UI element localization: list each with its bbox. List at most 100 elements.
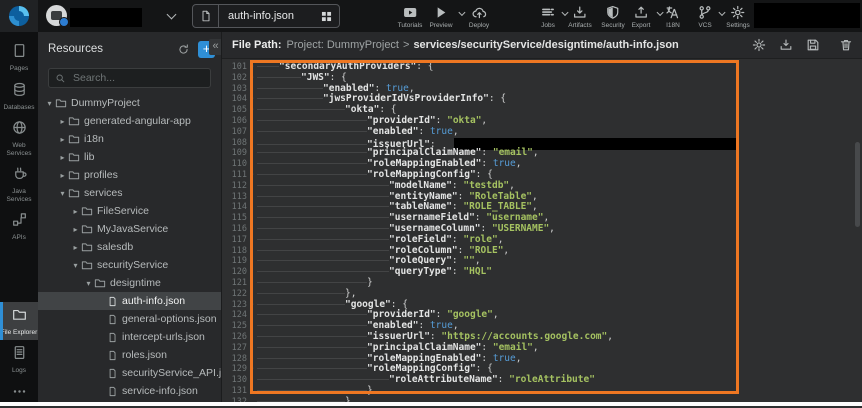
- tree-caret-icon[interactable]: ▸: [57, 171, 68, 180]
- code-line: 111▾"roleMappingConfig": {: [222, 170, 862, 181]
- tree-item-auth-info-json[interactable]: auth-info.json: [38, 292, 221, 310]
- tree-caret-icon[interactable]: ▸: [57, 135, 68, 144]
- editor-area: File Path: Project: DummyProject > servi…: [222, 32, 862, 406]
- save-file-icon[interactable]: [805, 37, 821, 53]
- tree-item-roles-json[interactable]: roles.json: [38, 346, 221, 364]
- tree-item-lib[interactable]: ▸lib: [38, 148, 221, 166]
- code-line: 108"issuerUrl":: [222, 138, 862, 149]
- folder-icon: [68, 151, 80, 163]
- fold-toggle-icon: [247, 246, 257, 257]
- sidebar-item-web-services[interactable]: Web Services: [0, 115, 38, 161]
- code-line: 109"principalClaimName": "email",: [222, 148, 862, 159]
- fold-toggle-icon[interactable]: ▾: [247, 73, 257, 84]
- sidebar-item-databases[interactable]: Databases: [0, 77, 38, 116]
- page-icon: [12, 43, 27, 58]
- line-number: 113: [222, 192, 247, 203]
- tree-caret-icon[interactable]: ▸: [57, 153, 68, 162]
- tree-caret-icon[interactable]: ▸: [70, 225, 81, 234]
- code-editor[interactable]: 101▾"secondaryAuthProviders": {102▾"JWS"…: [222, 59, 862, 406]
- sidebar-item-file-explorer[interactable]: File Explorer: [0, 302, 38, 341]
- sidebar-item-java-services[interactable]: Java Services: [0, 161, 38, 207]
- sidebar-item-label: APIs: [0, 234, 38, 242]
- line-number: 128: [222, 354, 247, 365]
- app-logo[interactable]: [0, 0, 38, 32]
- tree-item-salesdb[interactable]: ▸ salesdb: [38, 238, 221, 256]
- download-file-icon[interactable]: [778, 37, 794, 53]
- tree-caret-icon[interactable]: ▸: [57, 117, 68, 126]
- code-line: 131}: [222, 386, 862, 397]
- fold-toggle-icon: [247, 278, 257, 289]
- project-chevron-down-icon[interactable]: [167, 10, 177, 20]
- delete-file-icon[interactable]: [838, 37, 854, 53]
- tree-caret-icon[interactable]: ▾: [57, 189, 68, 198]
- fold-toggle-icon: [247, 224, 257, 235]
- tree-item-securityservice[interactable]: ▾securityService: [38, 256, 221, 274]
- tree-item-profiles[interactable]: ▸profiles: [38, 166, 221, 184]
- toolbar-artifacts-button[interactable]: Artifacts: [568, 4, 591, 29]
- tree-item-generated-angular-app[interactable]: ▸generated-angular-app: [38, 112, 221, 130]
- tree-item-i18n[interactable]: ▸i18n: [38, 130, 221, 148]
- line-number: 120: [222, 267, 247, 278]
- tree-item-service-info-json[interactable]: service-info.json: [38, 382, 221, 400]
- line-number: 116: [222, 224, 247, 235]
- toolbar-settings-button[interactable]: Settings: [726, 4, 750, 29]
- tree-item-general-options-json[interactable]: general-options.json: [38, 310, 221, 328]
- toolbar-security-button[interactable]: Security: [601, 4, 624, 29]
- line-number: 115: [222, 213, 247, 224]
- fold-toggle-icon[interactable]: ▾: [247, 105, 257, 116]
- tree-item-label: salesdb: [97, 241, 133, 253]
- collapse-panel-button[interactable]: «: [209, 39, 222, 55]
- line-number: 129: [222, 364, 247, 375]
- grid-view-button[interactable]: [313, 10, 339, 23]
- line-number: 108: [222, 138, 247, 149]
- tree-caret-icon[interactable]: ▸: [70, 207, 81, 216]
- sidebar-item-apis[interactable]: APIs: [0, 207, 38, 246]
- file-path-value: services/securityService/designtime/auth…: [413, 39, 678, 51]
- tree-item-myjavaservice[interactable]: ▸MyJavaService: [38, 220, 221, 238]
- tree-caret-icon[interactable]: ▾: [83, 279, 94, 288]
- sidebar-item-label: Web Services: [0, 142, 38, 157]
- resources-title: Resources: [48, 43, 174, 55]
- tree-item-services[interactable]: ▾services: [38, 184, 221, 202]
- toolbar-tutorials-button[interactable]: Tutorials: [398, 4, 423, 29]
- line-number: 118: [222, 246, 247, 257]
- refresh-icon[interactable]: [174, 40, 192, 58]
- fold-toggle-icon[interactable]: ▾: [247, 364, 257, 375]
- sidebar-item-logs[interactable]: Logs: [0, 340, 38, 379]
- tree-item-intercept-urls-json[interactable]: intercept-urls.json: [38, 328, 221, 346]
- toolbar-i18n-button[interactable]: I18N: [666, 4, 681, 29]
- fold-toggle-icon[interactable]: ▾: [247, 62, 257, 73]
- toolbar-label: Jobs: [541, 22, 556, 29]
- line-number: 104: [222, 94, 247, 105]
- tree-item-fileservice[interactable]: ▸FileService: [38, 202, 221, 220]
- fold-toggle-icon: [247, 127, 257, 138]
- editor-scrollbar-thumb[interactable]: [855, 142, 860, 227]
- sidebar-item-pages[interactable]: Pages: [0, 38, 38, 77]
- file-path-project: Project: DummyProject: [287, 39, 399, 51]
- tree-item-designtime[interactable]: ▾designtime: [38, 274, 221, 292]
- gear-icon: [726, 4, 750, 20]
- redaction-overlay-top-right: [754, 3, 860, 28]
- fold-toggle-icon: [247, 267, 257, 278]
- toolbar-preview-button[interactable]: Preview: [429, 4, 452, 29]
- tree-item-securityservice-api-json[interactable]: securityService_API.json: [38, 364, 221, 382]
- project-avatar[interactable]: [46, 5, 67, 26]
- fold-toggle-icon[interactable]: ▾: [247, 94, 257, 105]
- file-settings-gear-icon[interactable]: [751, 37, 767, 53]
- search-input[interactable]: [71, 71, 204, 85]
- fold-toggle-icon: [247, 343, 257, 354]
- tree-caret-icon[interactable]: ▾: [70, 261, 81, 270]
- tree-caret-icon[interactable]: ▾: [44, 99, 55, 108]
- toolbar-export-button[interactable]: Export: [632, 4, 651, 29]
- toolbar-jobs-button[interactable]: Jobs: [541, 4, 556, 29]
- tree-item-dummyproject[interactable]: ▾DummyProject: [38, 94, 221, 112]
- file-tree: ▾DummyProject▸generated-angular-app▸i18n…: [38, 94, 221, 406]
- toolbar-deploy-button[interactable]: Deploy: [469, 4, 489, 29]
- fold-toggle-icon[interactable]: ▾: [247, 300, 257, 311]
- dots-icon: [12, 384, 27, 399]
- tree-caret-icon[interactable]: ▸: [70, 243, 81, 252]
- fold-toggle-icon: [247, 386, 257, 397]
- open-file-tab[interactable]: auth-info.json: [192, 4, 340, 28]
- toolbar-vcs-button[interactable]: VCS: [698, 4, 713, 29]
- fold-toggle-icon[interactable]: ▾: [247, 170, 257, 181]
